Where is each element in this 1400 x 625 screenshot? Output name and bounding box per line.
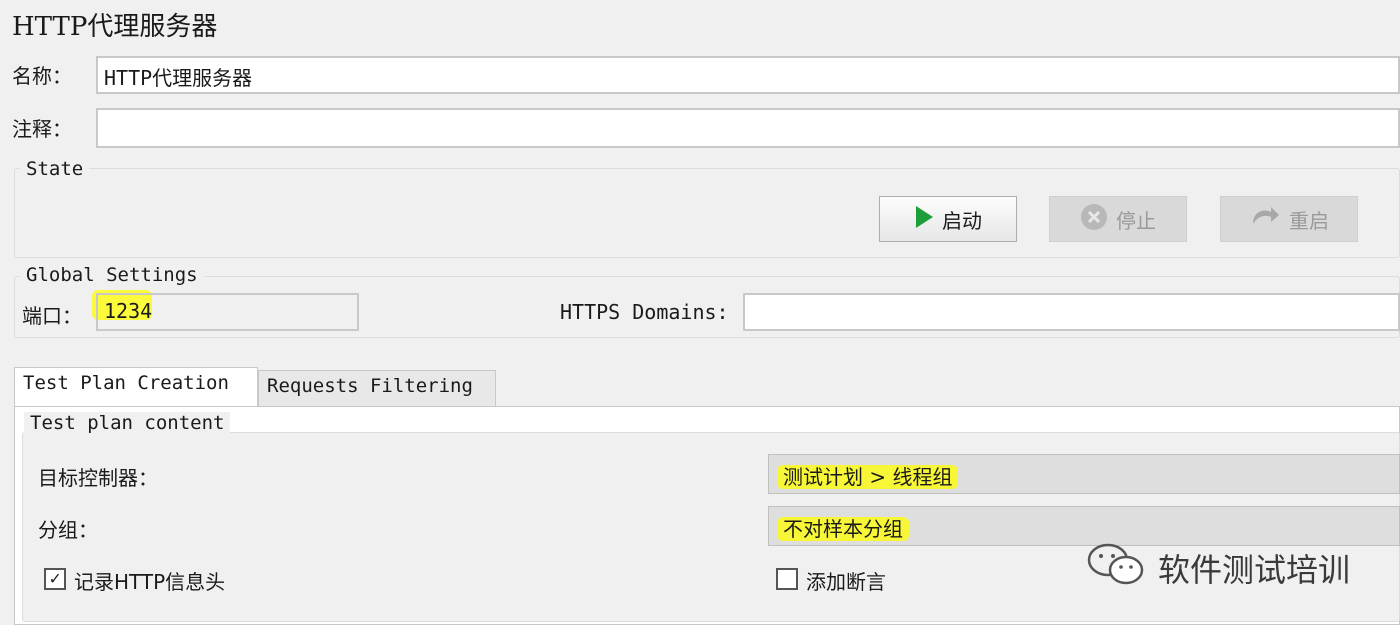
page-title: HTTP代理服务器 [12,12,218,42]
grouping-value: 不对样本分组 [777,517,909,541]
tab-requests-filtering[interactable]: Requests Filtering [258,370,496,407]
grouping-label: 分组： [38,518,98,542]
restart-icon [1249,204,1281,235]
stop-icon [1080,203,1108,236]
start-button[interactable]: 启动 [879,196,1017,242]
target-controller-value: 测试计划 > 线程组 [777,465,959,489]
add-assertion-label: 添加断言 [806,570,886,594]
state-panel [14,168,1400,258]
target-controller-select[interactable]: 测试计划 > 线程组 [768,454,1400,494]
play-icon [914,205,934,234]
restart-button[interactable]: 重启 [1220,196,1358,242]
comment-label: 注释： [12,117,72,141]
test-plan-content-legend: Test plan content [24,412,231,434]
stop-button-label: 停止 [1116,208,1156,233]
stop-button[interactable]: 停止 [1049,196,1187,242]
name-input[interactable]: HTTP代理服务器 [96,56,1400,94]
target-controller-label: 目标控制器： [38,466,158,490]
record-headers-label: 记录HTTP信息头 [74,570,226,594]
restart-button-label: 重启 [1289,208,1329,233]
start-button-label: 启动 [942,208,982,233]
https-domains-input[interactable] [743,293,1400,331]
port-label: 端口： [22,304,82,328]
state-legend: State [20,158,90,180]
name-label: 名称： [12,64,72,88]
checkmark-icon: ✓ [49,568,61,589]
tab-test-plan-creation[interactable]: Test Plan Creation [14,367,258,407]
record-headers-checkbox[interactable]: ✓ [44,568,66,590]
grouping-select[interactable]: 不对样本分组 [768,506,1400,546]
port-input[interactable]: 1234 [96,293,359,331]
add-assertion-checkbox[interactable] [776,568,798,590]
comment-input[interactable] [96,108,1400,148]
wechat-icon [1086,540,1146,592]
https-domains-label: HTTPS Domains: [560,300,729,324]
global-settings-legend: Global Settings [20,264,204,286]
watermark-text: 软件测试培训 [1158,551,1351,589]
